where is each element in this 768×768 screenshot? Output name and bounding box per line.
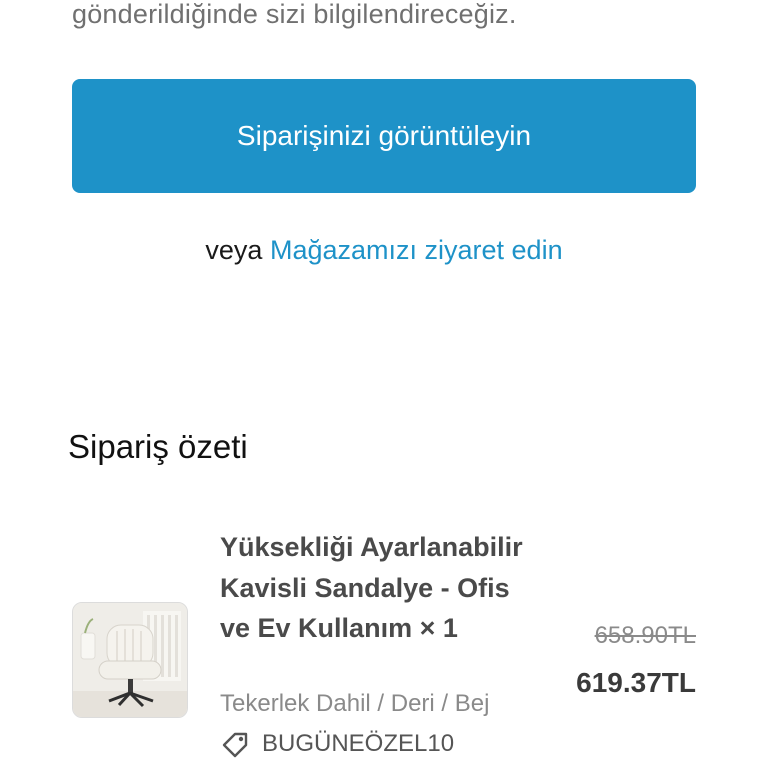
discounted-price: 619.37TL xyxy=(576,667,696,698)
alternative-action: veya Mağazamızı ziyaret edin xyxy=(0,232,768,268)
or-text: veya xyxy=(205,235,263,265)
discount-code-label: BUGÜNEÖZEL10 xyxy=(262,730,455,757)
discount-code: BUGÜNEÖZEL10 xyxy=(220,728,454,760)
product-name: Yüksekliği Ayarlanabilir Kavisli Sandaly… xyxy=(220,532,523,643)
order-summary-title: Sipariş özeti xyxy=(68,428,248,465)
product-thumbnail[interactable] xyxy=(72,602,188,718)
visit-store-link[interactable]: Mağazamızı ziyaret edin xyxy=(270,235,563,265)
chair-image xyxy=(73,603,187,717)
product-variant: Tekerlek Dahil / Deri / Bej xyxy=(220,690,490,717)
original-price: 658.90TL xyxy=(594,622,696,649)
order-notice-text: gönderildiğinde sizi bilgilendireceğiz. xyxy=(72,0,517,29)
view-order-button[interactable]: Siparişinizi görüntüleyin xyxy=(72,79,696,193)
tag-icon xyxy=(222,732,248,758)
